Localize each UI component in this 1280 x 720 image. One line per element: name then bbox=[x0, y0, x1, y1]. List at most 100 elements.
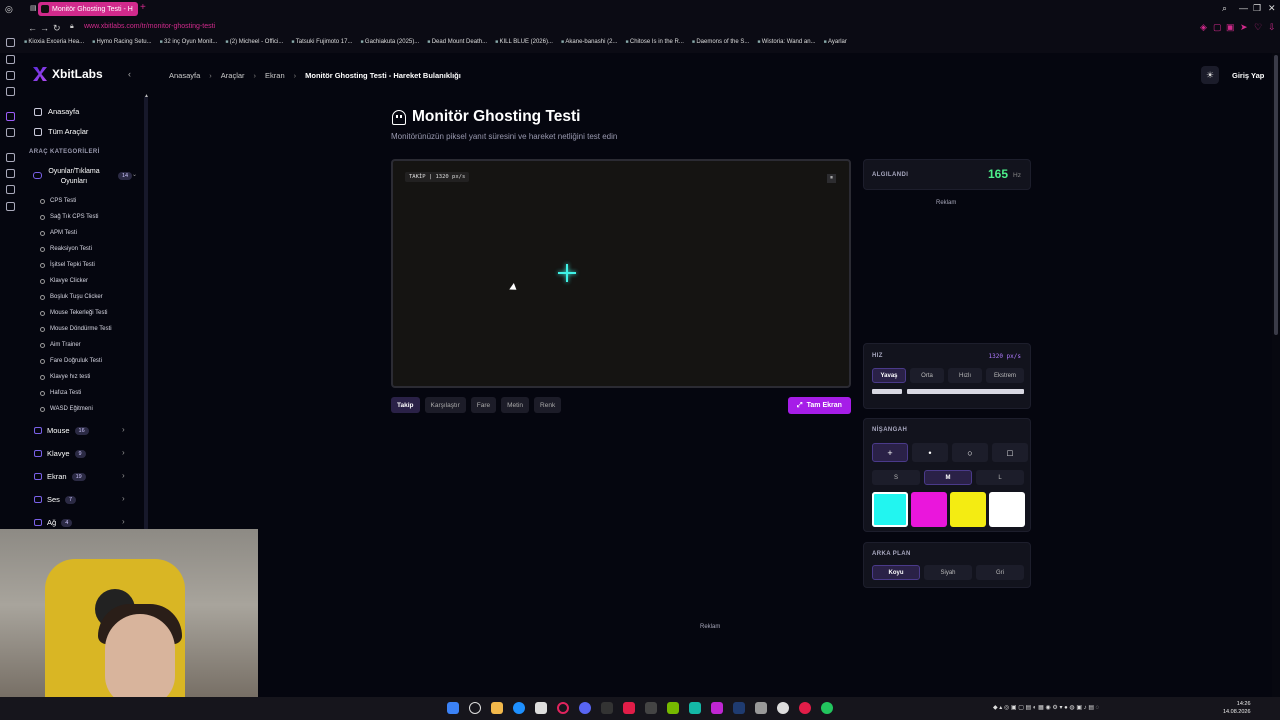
bookmark-item[interactable]: Tatsuki Fujimoto 17... bbox=[291, 39, 353, 51]
bookmark-item[interactable]: Dead Mount Death... bbox=[427, 39, 487, 51]
file-explorer-icon[interactable] bbox=[491, 702, 503, 714]
search-taskbar-icon[interactable] bbox=[469, 702, 481, 714]
bookmark-item[interactable]: (2) Micheel - Offici... bbox=[225, 39, 284, 51]
reload-icon[interactable]: ↻ bbox=[53, 23, 61, 34]
store-icon[interactable] bbox=[535, 702, 547, 714]
tray-icons[interactable]: ◆ ▴ ◎ ▣ ▢ ▤ ◐ ▦ ◉ ⚙ ▾ ● ◍ ▣ ♪ ▤ ◌ bbox=[993, 704, 1099, 711]
close-window-icon[interactable]: ✕ bbox=[1268, 3, 1276, 14]
app-icon[interactable] bbox=[601, 702, 613, 714]
discord-icon[interactable] bbox=[579, 702, 591, 714]
sidebar-category-network[interactable]: Ağ 4 bbox=[34, 518, 73, 527]
sidebar-subitem[interactable]: Mouse Tekerleği Testi bbox=[40, 310, 107, 316]
sidebar-subitem[interactable]: Aim Trainer bbox=[40, 342, 81, 348]
back-icon[interactable]: ← bbox=[28, 23, 37, 33]
sidebar-subitem[interactable]: Klavye hız testi bbox=[40, 374, 90, 380]
tab-follow[interactable]: Takip bbox=[391, 397, 420, 413]
heart-icon[interactable]: ♡ bbox=[1254, 22, 1262, 33]
breadcrumb-screen[interactable]: Ekran bbox=[265, 71, 285, 80]
settings-icon[interactable] bbox=[6, 202, 15, 211]
sidebar-subitem[interactable]: CPS Testi bbox=[40, 198, 76, 204]
tab-color[interactable]: Renk bbox=[534, 397, 562, 413]
sidebar-subitem[interactable]: Sağ Tık CPS Testi bbox=[40, 214, 98, 220]
twitch-icon[interactable] bbox=[6, 112, 15, 121]
collapse-sidebar-icon[interactable]: ‹ bbox=[128, 69, 131, 79]
app-icon[interactable] bbox=[755, 702, 767, 714]
size-medium-button[interactable]: M bbox=[924, 470, 972, 485]
bookmark-item[interactable]: Hymo Racing Setu... bbox=[92, 39, 152, 51]
app-icon[interactable] bbox=[645, 702, 657, 714]
bookmark-item[interactable]: Akane-banashi (2... bbox=[561, 39, 617, 51]
scrollbar-thumb[interactable] bbox=[1274, 55, 1278, 335]
extension-icon[interactable]: ◈ bbox=[1200, 22, 1207, 33]
tab-mouse[interactable]: Fare bbox=[470, 397, 497, 413]
crosshair-circle-button[interactable]: ○ bbox=[952, 443, 988, 462]
security-icon[interactable] bbox=[623, 702, 635, 714]
speed-fast-button[interactable]: Hızlı bbox=[948, 368, 982, 383]
sidebar-category-keyboard[interactable]: Klavye 9 bbox=[34, 449, 86, 458]
background-gray-button[interactable]: Gri bbox=[976, 565, 1024, 580]
edge-icon[interactable] bbox=[513, 702, 525, 714]
browser-menu-icon[interactable]: ◎ bbox=[5, 4, 13, 15]
sidebar-subitem[interactable]: APM Testi bbox=[40, 230, 77, 236]
color-cyan-swatch[interactable] bbox=[872, 492, 908, 527]
messenger-icon[interactable] bbox=[6, 71, 15, 80]
history-icon[interactable] bbox=[6, 38, 15, 47]
page-scrollbar[interactable] bbox=[1272, 53, 1280, 703]
breadcrumb-tools[interactable]: Araçlar bbox=[221, 71, 245, 80]
sidebar-category-screen[interactable]: Ekran 19 bbox=[34, 472, 86, 481]
instagram-icon[interactable] bbox=[6, 87, 15, 96]
bookmark-item[interactable]: Daemons of the S... bbox=[692, 39, 749, 51]
sidebar-subitem[interactable]: Hafıza Testi bbox=[40, 390, 81, 396]
cube-icon[interactable] bbox=[6, 169, 15, 178]
opera-icon[interactable] bbox=[557, 702, 569, 714]
bookmark-item[interactable]: Chitose Is in the R... bbox=[625, 39, 684, 51]
sidebar-subitem[interactable]: Fare Doğruluk Testi bbox=[40, 358, 102, 364]
app-icon[interactable] bbox=[777, 702, 789, 714]
search-icon[interactable]: ⌕ bbox=[1222, 3, 1227, 14]
chevron-right-icon[interactable]: › bbox=[122, 471, 125, 480]
wallet-icon[interactable]: ▣ bbox=[1226, 22, 1235, 33]
pause-button[interactable]: ⏸︎ bbox=[827, 174, 836, 183]
speed-slow-button[interactable]: Yavaş bbox=[872, 368, 906, 383]
lightbulb-icon[interactable] bbox=[6, 185, 15, 194]
color-yellow-swatch[interactable] bbox=[950, 492, 986, 527]
bookmark-item[interactable]: Ayarlar bbox=[824, 39, 847, 51]
start-icon[interactable] bbox=[447, 702, 459, 714]
tab-active[interactable]: Monitör Ghosting Testi - H × bbox=[38, 2, 138, 16]
tab-compare[interactable]: Karşılaştır bbox=[424, 397, 466, 413]
bookmark-item[interactable]: Kioxia Exceria Hea... bbox=[24, 39, 84, 51]
theme-toggle-button[interactable]: ☀ bbox=[1201, 66, 1219, 84]
sidebar-subitem[interactable]: Boşluk Tuşu Clicker bbox=[40, 294, 103, 300]
wallet-rail-icon[interactable] bbox=[6, 55, 15, 64]
clock-icon[interactable] bbox=[6, 153, 15, 162]
nvidia-icon[interactable] bbox=[667, 702, 679, 714]
sidebar-scrollbar[interactable]: ▲ bbox=[144, 93, 149, 530]
url-field[interactable]: www.xbitlabs.com/tr/monitor-ghosting-tes… bbox=[84, 23, 215, 30]
crosshair-square-button[interactable]: □ bbox=[992, 443, 1028, 462]
download-icon[interactable]: ⇩ bbox=[1268, 22, 1276, 33]
speed-medium-button[interactable]: Orta bbox=[910, 368, 944, 383]
crosshair-plus-button[interactable]: + bbox=[872, 443, 908, 462]
color-white-swatch[interactable] bbox=[989, 492, 1025, 527]
brand-logo[interactable]: XbitLabs bbox=[33, 67, 103, 81]
spotify-icon[interactable] bbox=[821, 702, 833, 714]
sidebar-subitem[interactable]: Reaksiyon Testi bbox=[40, 246, 92, 252]
bookmark-item[interactable]: 32 inç Oyun Monit... bbox=[160, 39, 217, 51]
new-tab-icon[interactable]: + bbox=[140, 2, 146, 13]
bookmark-icon[interactable]: ▢ bbox=[1213, 22, 1222, 33]
bookmark-item[interactable]: Gachiakuta (2025)... bbox=[360, 39, 419, 51]
size-small-button[interactable]: S bbox=[872, 470, 920, 485]
app-icon[interactable] bbox=[689, 702, 701, 714]
sidebar-category-sound[interactable]: Ses 7 bbox=[34, 495, 76, 504]
sidebar-subitem[interactable]: Klavye Clicker bbox=[40, 278, 88, 284]
sidebar-category-games[interactable]: Oyunlar/Tıklama Oyunları 14 ⌄ bbox=[30, 166, 144, 188]
app-icon[interactable] bbox=[711, 702, 723, 714]
sidebar-category-mouse[interactable]: Mouse 16 bbox=[34, 426, 89, 435]
crosshair-dot-button[interactable]: • bbox=[912, 443, 948, 462]
tab-text[interactable]: Metin bbox=[501, 397, 530, 413]
app-icon[interactable] bbox=[799, 702, 811, 714]
scroll-up-icon[interactable]: ▲ bbox=[144, 93, 149, 99]
login-link[interactable]: Giriş Yap bbox=[1232, 71, 1264, 80]
sidebar-item-all-tools[interactable]: Tüm Araçlar bbox=[34, 127, 88, 136]
send-icon[interactable]: ➤ bbox=[1240, 22, 1248, 33]
